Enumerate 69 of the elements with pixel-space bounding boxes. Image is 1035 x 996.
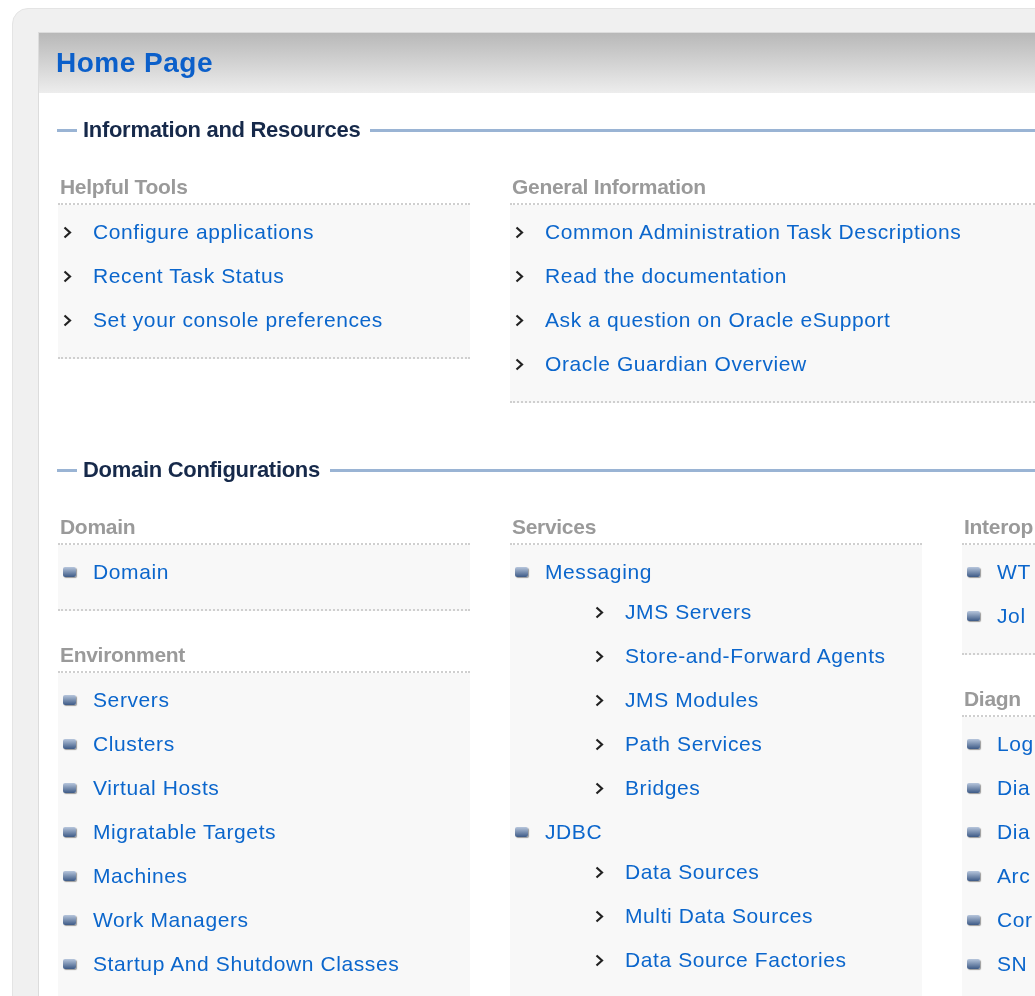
- nav-link[interactable]: JDBC: [545, 817, 603, 847]
- bullet-icon: [63, 695, 76, 705]
- nav-link[interactable]: Recent Task Status: [93, 261, 285, 291]
- nav-link[interactable]: Dia: [997, 773, 1031, 803]
- nav-link[interactable]: Virtual Hosts: [93, 773, 220, 803]
- bullet-icon: [967, 567, 980, 577]
- chevron-icon: [63, 313, 72, 327]
- chevron-icon: [595, 953, 604, 967]
- chevron-icon: [515, 313, 524, 327]
- nav-link[interactable]: Dia: [997, 817, 1031, 847]
- bullet-icon: [63, 915, 76, 925]
- bullet-icon: [63, 739, 76, 749]
- bullet-icon: [63, 959, 76, 969]
- bullet-icon: [515, 567, 528, 577]
- bullet-icon: [967, 915, 980, 925]
- nav-link[interactable]: Domain: [93, 557, 169, 587]
- bullet-icon: [967, 827, 980, 837]
- bullet-icon: [967, 739, 980, 749]
- chevron-icon: [595, 909, 604, 923]
- nav-link[interactable]: Configure applications: [93, 217, 314, 247]
- nav-link[interactable]: Bridges: [625, 773, 701, 803]
- section-title: Domain Configurations: [83, 457, 320, 483]
- nav-link[interactable]: JMS Modules: [625, 685, 759, 715]
- nav-link[interactable]: Data Source Factories: [625, 945, 847, 975]
- chevron-icon: [515, 357, 524, 371]
- chevron-icon: [63, 225, 72, 239]
- bullet-icon: [967, 959, 980, 969]
- nav-link[interactable]: Multi Data Sources: [625, 901, 814, 931]
- nav-link[interactable]: Migratable Targets: [93, 817, 277, 847]
- page-title: Home Page: [56, 47, 213, 79]
- nav-link[interactable]: Clusters: [93, 729, 175, 759]
- bullet-icon: [63, 567, 76, 577]
- section-title: Information and Resources: [83, 117, 361, 143]
- chevron-icon: [595, 649, 604, 663]
- nav-link[interactable]: SN: [997, 949, 1028, 979]
- nav-link[interactable]: JMS Servers: [625, 597, 752, 627]
- nav-link[interactable]: WT: [997, 557, 1031, 587]
- bullet-icon: [967, 871, 980, 881]
- bullet-icon: [63, 827, 76, 837]
- nav-link[interactable]: Messaging: [545, 557, 652, 587]
- nav-link[interactable]: Ask a question on Oracle eSupport: [545, 305, 891, 335]
- nav-link[interactable]: Common Administration Task Descriptions: [545, 217, 962, 247]
- chevron-icon: [595, 865, 604, 879]
- nav-link[interactable]: Machines: [93, 861, 188, 891]
- nav-link[interactable]: Work Managers: [93, 905, 249, 935]
- nav-link[interactable]: Data Sources: [625, 857, 760, 887]
- bullet-icon: [63, 871, 76, 881]
- nav-link[interactable]: Servers: [93, 685, 170, 715]
- nav-link[interactable]: Startup And Shutdown Classes: [93, 949, 400, 979]
- nav-link[interactable]: Log: [997, 729, 1034, 759]
- nav-link[interactable]: Store-and-Forward Agents: [625, 641, 886, 671]
- chevron-icon: [515, 269, 524, 283]
- nav-link[interactable]: Set your console preferences: [93, 305, 383, 335]
- nav-link[interactable]: Path Services: [625, 729, 763, 759]
- bullet-icon: [967, 611, 980, 621]
- nav-link[interactable]: Read the documentation: [545, 261, 788, 291]
- nav-link[interactable]: Oracle Guardian Overview: [545, 349, 807, 379]
- bullet-icon: [63, 783, 76, 793]
- chevron-icon: [595, 737, 604, 751]
- chevron-icon: [595, 781, 604, 795]
- chevron-icon: [515, 225, 524, 239]
- chevron-icon: [595, 605, 604, 619]
- bullet-icon: [515, 827, 528, 837]
- bullet-icon: [967, 783, 980, 793]
- chevron-icon: [63, 269, 72, 283]
- nav-link[interactable]: Jol: [997, 601, 1026, 631]
- nav-link[interactable]: Arc: [997, 861, 1031, 891]
- chevron-icon: [595, 693, 604, 707]
- nav-link[interactable]: Cor: [997, 905, 1033, 935]
